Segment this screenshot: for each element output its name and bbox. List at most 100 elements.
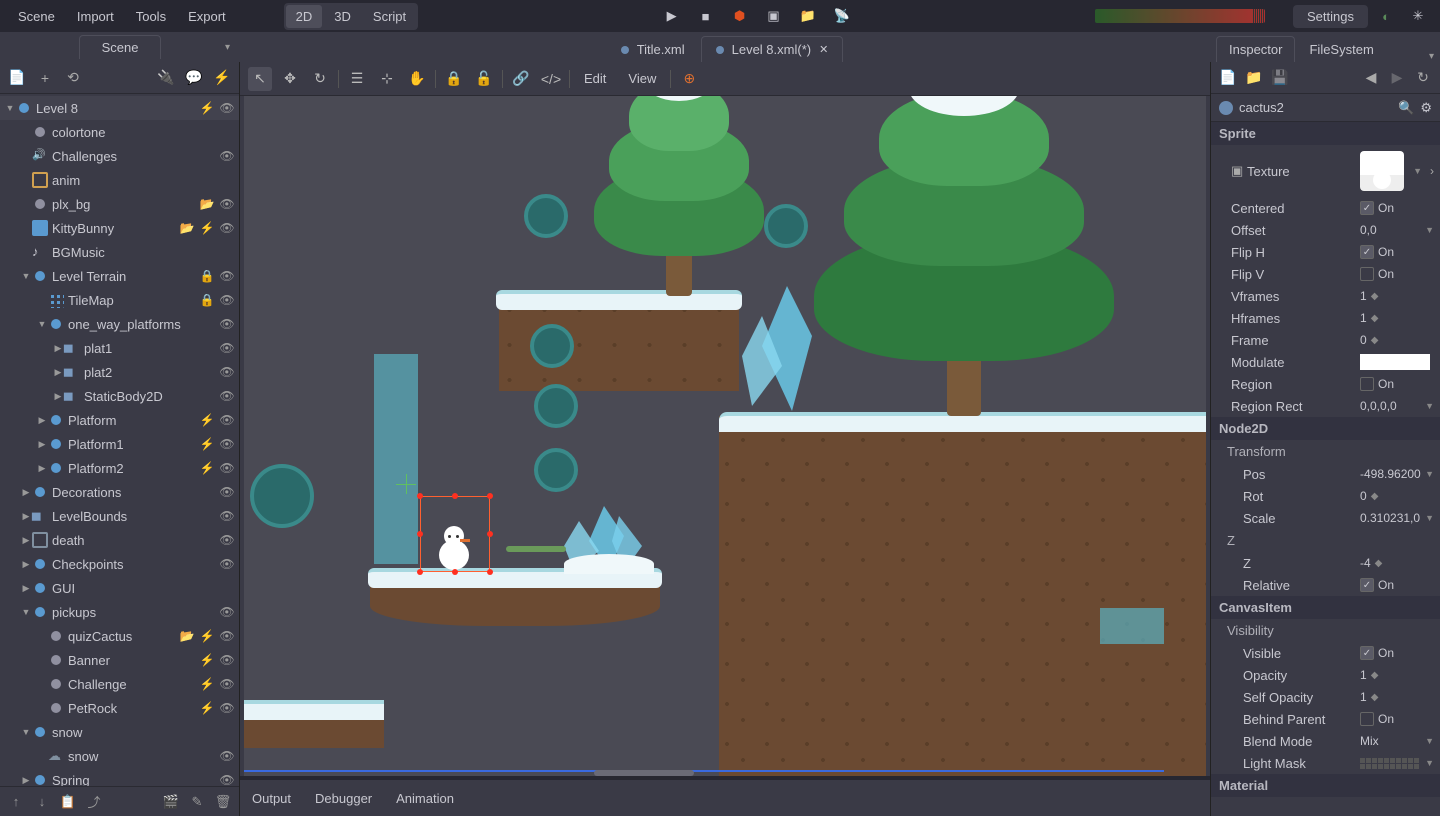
eye-icon[interactable]: 👁 [219, 412, 235, 428]
prop-value[interactable]: -4 [1360, 556, 1371, 570]
link-tool-icon[interactable]: 🔗 [509, 67, 533, 91]
tab-level8-xml[interactable]: Level 8.xml(*)✕ [701, 36, 844, 62]
pan-tool-icon[interactable]: ✋ [405, 67, 429, 91]
open-icon[interactable]: 📂 [179, 628, 195, 644]
dropdown-arrow-icon[interactable]: ▼ [1425, 225, 1434, 235]
menu-scene[interactable]: Scene [8, 5, 65, 28]
script-icon[interactable]: ⚡ [199, 628, 215, 644]
new-resource-icon[interactable]: 📄 [1219, 69, 1237, 87]
expand-arrow[interactable]: ▶ [20, 559, 32, 570]
spinner-icon[interactable]: ◆ [1375, 558, 1383, 569]
script-icon[interactable]: ⚡ [211, 67, 233, 89]
script-icon[interactable]: ⚡ [199, 100, 215, 116]
edit-script-icon[interactable]: ✎ [187, 792, 207, 812]
eye-icon[interactable]: 👁 [219, 388, 235, 404]
broadcast-icon[interactable]: 📡 [828, 4, 856, 28]
eye-icon[interactable]: 👁 [219, 604, 235, 620]
lock-icon[interactable]: 🔒 [199, 268, 215, 284]
expand-arrow[interactable]: ▼ [36, 319, 48, 329]
tree-node-gui[interactable]: ▶GUI [0, 576, 239, 600]
tree-node-checkpoints[interactable]: ▶Checkpoints👁 [0, 552, 239, 576]
eye-icon[interactable]: 👁 [219, 196, 235, 212]
checkbox[interactable] [1360, 267, 1374, 281]
tree-node-one_way_platforms[interactable]: ▼one_way_platforms👁 [0, 312, 239, 336]
script-icon[interactable]: ⚡ [199, 460, 215, 476]
stop-icon[interactable]: ■ [692, 4, 720, 28]
tree-node-challenge[interactable]: Challenge⚡👁 [0, 672, 239, 696]
tree-node-challenges[interactable]: 🔊Challenges👁 [0, 144, 239, 168]
dropdown-arrow-icon[interactable]: ▼ [1425, 469, 1434, 479]
debugger-tab[interactable]: Debugger [315, 791, 372, 806]
expand-arrow[interactable]: ▶ [52, 391, 64, 402]
history-back-icon[interactable]: ◀ [1362, 69, 1380, 87]
dropdown-arrow-icon[interactable]: ▼ [1425, 401, 1434, 411]
history-fwd-icon[interactable]: ▶ [1388, 69, 1406, 87]
eye-icon[interactable]: 👁 [219, 676, 235, 692]
object-settings-icon[interactable]: ⚙ [1420, 100, 1432, 116]
eye-icon[interactable]: 👁 [219, 628, 235, 644]
prop-value[interactable]: 1 [1360, 311, 1367, 325]
tree-node-colortone[interactable]: colortone [0, 120, 239, 144]
instance-icon[interactable]: ⟲ [62, 67, 84, 89]
new-node-icon[interactable]: 📄 [6, 67, 28, 89]
checkbox[interactable] [1360, 712, 1374, 726]
script-icon[interactable]: ⚡ [199, 436, 215, 452]
history-icon[interactable]: ↻ [1414, 69, 1432, 87]
lock-tool-icon[interactable]: 🔒 [442, 67, 466, 91]
expand-arrow[interactable]: ▶ [52, 367, 64, 378]
tree-node-anim[interactable]: anim [0, 168, 239, 192]
snap-tool-icon[interactable]: ⊹ [375, 67, 399, 91]
eye-icon[interactable]: 👁 [219, 700, 235, 716]
move-up-icon[interactable]: ↑ [6, 792, 26, 812]
open-resource-icon[interactable]: 📁 [1245, 69, 1263, 87]
mode-script-button[interactable]: Script [363, 5, 416, 28]
tree-node-tilemap[interactable]: TileMap🔒👁 [0, 288, 239, 312]
prop-value[interactable]: 1 [1360, 289, 1367, 303]
tree-node-decorations[interactable]: ▶Decorations👁 [0, 480, 239, 504]
folder-icon[interactable]: 📁 [794, 4, 822, 28]
menu-tools[interactable]: Tools [126, 5, 176, 28]
menu-export[interactable]: Export [178, 5, 236, 28]
prop-value[interactable]: -498.96200 [1360, 467, 1421, 481]
tree-node-level-8[interactable]: ▼Level 8⚡👁 [0, 96, 239, 120]
checkbox[interactable] [1360, 377, 1374, 391]
tree-node-kittybunny[interactable]: KittyBunny📂⚡👁 [0, 216, 239, 240]
tree-node-death[interactable]: ▶death👁 [0, 528, 239, 552]
expand-arrow[interactable]: ▶ [52, 343, 64, 354]
code-tool-icon[interactable]: </> [539, 67, 563, 91]
prop-value[interactable]: 0,0,0,0 [1360, 399, 1397, 413]
expand-arrow[interactable]: ▶ [36, 463, 48, 474]
tab-filesystem[interactable]: FileSystem [1297, 37, 1385, 62]
eye-icon[interactable]: 👁 [219, 100, 235, 116]
tree-node-level-terrain[interactable]: ▼Level Terrain🔒👁 [0, 264, 239, 288]
output-tab[interactable]: Output [252, 791, 291, 806]
tree-node-banner[interactable]: Banner⚡👁 [0, 648, 239, 672]
expand-arrow[interactable]: ▶ [36, 439, 48, 450]
viewport-canvas[interactable] [244, 96, 1206, 776]
inspector-body[interactable]: Sprite▣Texture▼›Centered✓OnOffset0,0▼Fli… [1211, 122, 1440, 806]
light-mask-grid[interactable] [1360, 758, 1419, 769]
eye-icon[interactable]: 👁 [219, 532, 235, 548]
script-icon[interactable]: ⚡ [199, 220, 215, 236]
expand-arrow[interactable]: ▶ [20, 535, 32, 546]
settings-button[interactable]: Settings [1293, 5, 1368, 28]
gear-icon[interactable]: ✳ [1404, 4, 1432, 28]
tree-node-bgmusic[interactable]: ♪BGMusic [0, 240, 239, 264]
tree-node-petrock[interactable]: PetRock⚡👁 [0, 696, 239, 720]
viewport-h-scrollbar[interactable] [594, 770, 694, 776]
tree-node-plat1[interactable]: ▶▅plat1👁 [0, 336, 239, 360]
move-tool-icon[interactable]: ✥ [278, 67, 302, 91]
dropdown-arrow-icon[interactable]: ▼ [1425, 758, 1434, 768]
mode-2d-button[interactable]: 2D [286, 5, 323, 28]
eye-icon[interactable]: 👁 [219, 316, 235, 332]
spinner-icon[interactable]: ◆ [1371, 692, 1379, 703]
prop-value[interactable]: 1 [1360, 668, 1367, 682]
script-icon[interactable]: ⚡ [199, 676, 215, 692]
eye-icon[interactable]: 👁 [219, 148, 235, 164]
tree-node-platform1[interactable]: ▶Platform1⚡👁 [0, 432, 239, 456]
tree-node-snow[interactable]: ▼snow [0, 720, 239, 744]
script-icon[interactable]: ⚡ [199, 412, 215, 428]
script-icon[interactable]: ⚡ [199, 652, 215, 668]
open-icon[interactable]: 📂 [179, 220, 195, 236]
save-resource-icon[interactable]: 💾 [1271, 69, 1289, 87]
